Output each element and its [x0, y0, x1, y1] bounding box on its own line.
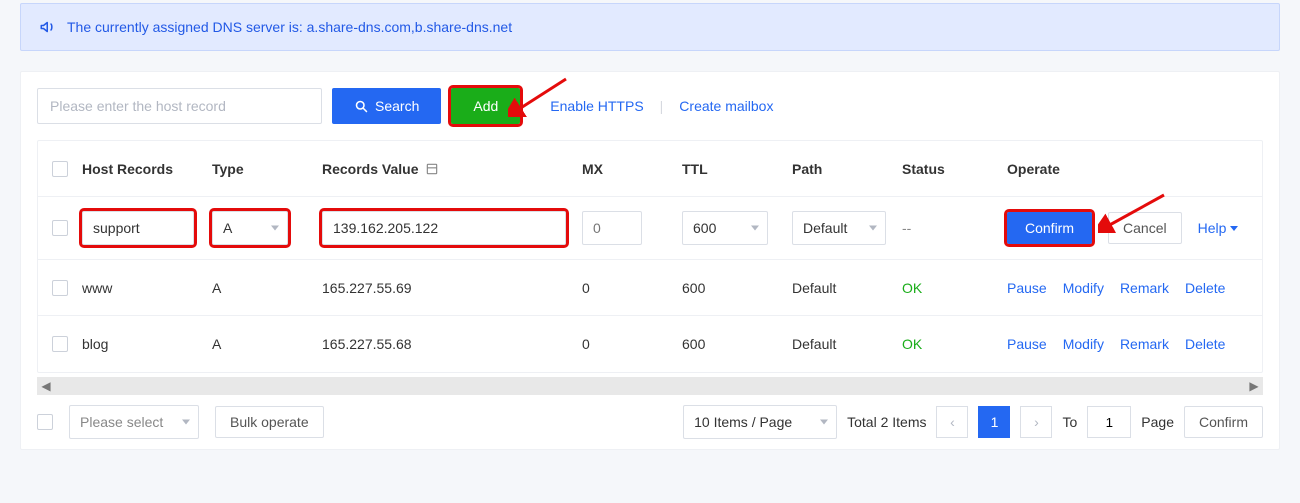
bulk-select[interactable]: Please select	[69, 405, 199, 439]
remark-link[interactable]: Remark	[1120, 280, 1169, 296]
speaker-icon	[39, 18, 57, 36]
search-button[interactable]: Search	[332, 88, 441, 124]
edit-record-row: A 600 Default -- Confirm Cancel Help	[38, 197, 1262, 260]
search-icon	[354, 99, 369, 114]
host-input[interactable]	[82, 211, 194, 245]
row-checkbox[interactable]	[52, 336, 68, 352]
separator: |	[660, 98, 664, 114]
col-host: Host Records	[82, 161, 173, 177]
dns-notice-bar: The currently assigned DNS server is: a.…	[20, 3, 1280, 51]
page-label: Page	[1141, 414, 1174, 430]
ttl-value: 600	[682, 336, 705, 352]
path-value: Default	[792, 280, 836, 296]
host-value: www	[82, 280, 112, 296]
modify-link[interactable]: Modify	[1063, 336, 1104, 352]
path-select[interactable]: Default	[792, 211, 886, 245]
chevron-down-icon	[1230, 226, 1238, 231]
add-button[interactable]: Add	[451, 88, 520, 124]
path-value: Default	[792, 336, 836, 352]
col-path: Path	[792, 161, 822, 177]
table-header-row: Host Records Type Records Value MX TTL P…	[38, 141, 1262, 197]
col-mx: MX	[582, 161, 603, 177]
value-value: 165.227.55.68	[322, 336, 412, 352]
col-ttl: TTL	[682, 161, 708, 177]
row-checkbox[interactable]	[52, 280, 68, 296]
value-value: 165.227.55.69	[322, 280, 412, 296]
type-value: A	[212, 336, 221, 352]
col-status: Status	[902, 161, 945, 177]
table-footer: Please select Bulk operate 10 Items / Pa…	[37, 405, 1263, 439]
items-per-page-select[interactable]: 10 Items / Page	[683, 405, 837, 439]
search-button-label: Search	[375, 98, 419, 114]
col-type: Type	[212, 161, 244, 177]
horizontal-scrollbar[interactable]: ◀ ▶	[37, 377, 1263, 395]
goto-confirm-button[interactable]: Confirm	[1184, 406, 1263, 438]
pause-link[interactable]: Pause	[1007, 336, 1047, 352]
delete-link[interactable]: Delete	[1185, 336, 1225, 352]
prev-page-button[interactable]: ‹	[936, 406, 968, 438]
status-value: OK	[902, 336, 922, 352]
column-settings-icon[interactable]	[425, 162, 439, 176]
notice-text: The currently assigned DNS server is: a.…	[67, 19, 512, 35]
ttl-value: 600	[682, 280, 705, 296]
enable-https-link[interactable]: Enable HTTPS	[550, 98, 643, 114]
status-value: --	[902, 220, 911, 236]
next-page-button[interactable]: ›	[1020, 406, 1052, 438]
total-items-label: Total 2 Items	[847, 414, 926, 430]
mx-input	[582, 211, 642, 245]
col-operate: Operate	[1007, 161, 1060, 177]
mx-value: 0	[582, 336, 590, 352]
host-value: blog	[82, 336, 108, 352]
delete-link[interactable]: Delete	[1185, 280, 1225, 296]
select-all-checkbox[interactable]	[52, 161, 68, 177]
page-number-button[interactable]: 1	[978, 406, 1010, 438]
type-select[interactable]: A	[212, 211, 288, 245]
bulk-operate-button[interactable]: Bulk operate	[215, 406, 324, 438]
scroll-right-icon[interactable]: ▶	[1245, 379, 1263, 393]
value-input[interactable]	[322, 211, 566, 245]
table-row: www A 165.227.55.69 0 600 Default OK Pau…	[38, 260, 1262, 316]
records-panel: Search Add Enable HTTPS | Create mailbox…	[20, 71, 1280, 450]
modify-link[interactable]: Modify	[1063, 280, 1104, 296]
mx-value: 0	[582, 280, 590, 296]
records-table: Host Records Type Records Value MX TTL P…	[37, 140, 1263, 373]
add-button-label: Add	[473, 98, 498, 114]
pause-link[interactable]: Pause	[1007, 280, 1047, 296]
remark-link[interactable]: Remark	[1120, 336, 1169, 352]
table-row: blog A 165.227.55.68 0 600 Default OK Pa…	[38, 316, 1262, 372]
type-value: A	[212, 280, 221, 296]
footer-select-all-checkbox[interactable]	[37, 414, 53, 430]
create-mailbox-link[interactable]: Create mailbox	[679, 98, 773, 114]
toolbar: Search Add Enable HTTPS | Create mailbox	[21, 88, 1279, 140]
row-checkbox[interactable]	[52, 220, 68, 236]
cancel-button[interactable]: Cancel	[1108, 212, 1182, 244]
to-label: To	[1062, 414, 1077, 430]
status-value: OK	[902, 280, 922, 296]
scroll-left-icon[interactable]: ◀	[37, 379, 55, 393]
col-value: Records Value	[322, 161, 439, 177]
help-dropdown[interactable]: Help	[1198, 220, 1239, 236]
host-record-search-input[interactable]	[37, 88, 322, 124]
confirm-button[interactable]: Confirm	[1007, 212, 1092, 244]
ttl-select[interactable]: 600	[682, 211, 768, 245]
goto-page-input[interactable]	[1087, 406, 1131, 438]
